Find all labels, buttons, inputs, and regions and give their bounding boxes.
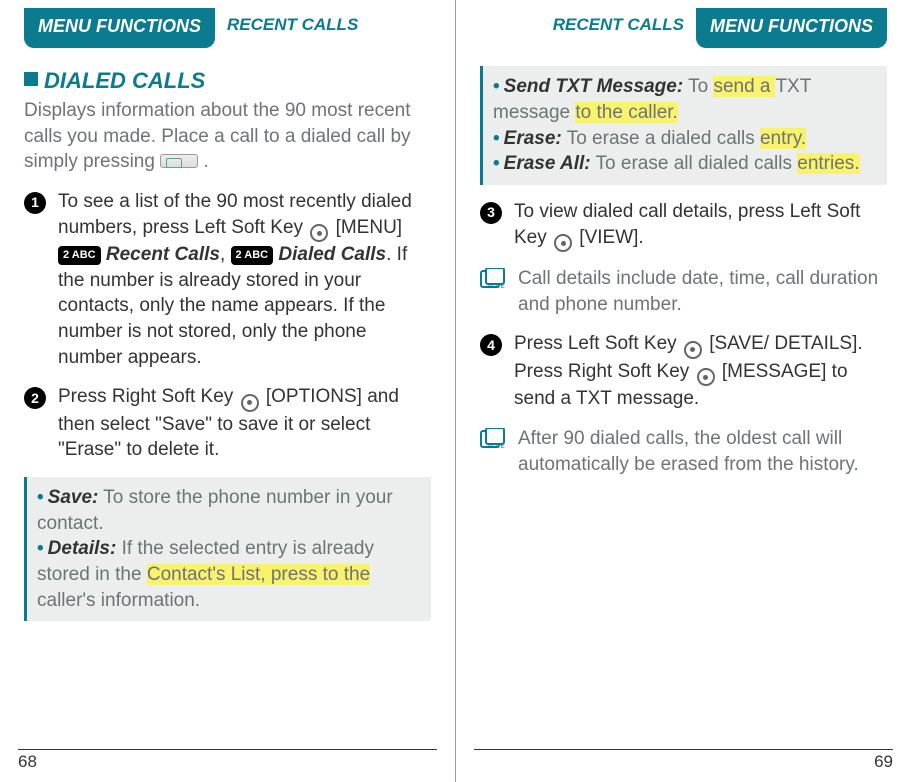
send-key-icon [160,154,198,168]
option-erase: •Erase: To erase a dialed calls entry. [493,126,877,152]
tab-menu-functions: MENU FUNCTIONS [696,8,887,48]
opt-erase-term: Erase: [504,128,562,149]
softkey-icon [554,234,572,252]
section-intro: Displays information about the 90 most r… [24,98,431,175]
step2-a: Press Right Soft Key [58,386,239,407]
page-spread: MENU FUNCTIONS RECENT CALLS DIALED CALLS… [0,0,911,782]
key-2abc-icon: 2 ABC [58,246,101,265]
opt-send-term: Send TXT Message: [504,76,684,97]
opt-eraseall-a: To erase all dialed calls [596,153,798,174]
svg-text:NOTE: NOTE [488,444,505,450]
step1-recent-calls: Recent Calls [106,244,220,265]
step-number-icon: 3 [480,202,502,224]
opt-send-a: To [688,76,713,97]
step-2: 2 Press Right Soft Key [OPTIONS] and the… [24,384,431,463]
note-icon: NOTE [480,268,508,317]
opt-save-term: Save: [48,487,99,508]
opt-eraseall-hl: entries. [797,153,859,174]
footer-rule [474,749,893,750]
note-icon: NOTE [480,428,508,477]
page-right: RECENT CALLS MENU FUNCTIONS •Send TXT Me… [456,0,911,782]
opt-send-hl1: send a [713,76,775,97]
option-details: •Details: If the selected entry is alrea… [37,536,421,613]
step-number-icon: 4 [480,334,502,356]
section-title-text: DIALED CALLS [44,68,205,93]
note-1: NOTE Call details include date, time, ca… [480,266,887,317]
opt-details-b: caller's information. [37,590,200,611]
opt-erase-hl: entry. [760,128,806,149]
header-right: RECENT CALLS MENU FUNCTIONS [480,8,887,48]
softkey-icon [310,224,328,242]
step4-a: Press Left Soft Key [514,333,682,354]
option-erase-all: •Erase All: To erase all dialed calls en… [493,151,877,177]
step3-b: [VIEW]. [574,227,644,248]
page-number-left: 68 [18,751,37,774]
option-send-txt: •Send TXT Message: To send a TXT message… [493,74,877,125]
opt-send-hl2: to the caller. [575,102,677,123]
option-save: •Save: To store the phone number in your… [37,485,421,536]
step1-dialed-calls: Dialed Calls [278,244,386,265]
intro-part-b: . [198,151,209,172]
key-2abc-icon: 2 ABC [231,246,274,265]
options-box-right: •Send TXT Message: To send a TXT message… [480,66,887,185]
opt-details-term: Details: [48,538,117,559]
square-bullet-icon [24,72,38,86]
step-2-body: Press Right Soft Key [OPTIONS] and then … [58,384,431,463]
step-4: 4 Press Left Soft Key [SAVE/ DETAILS]. P… [480,331,887,412]
softkey-icon [697,368,715,386]
page-left: MENU FUNCTIONS RECENT CALLS DIALED CALLS… [0,0,456,782]
section-heading-dialed-calls: DIALED CALLS [24,66,431,96]
opt-details-hl: Contact's List, press to the [147,564,370,585]
opt-eraseall-term: Erase All: [504,153,591,174]
note-2: NOTE After 90 dialed calls, the oldest c… [480,426,887,477]
svg-text:NOTE: NOTE [488,284,505,290]
step-4-body: Press Left Soft Key [SAVE/ DETAILS]. Pre… [514,331,887,412]
intro-part-a: Displays information about the 90 most r… [24,100,411,172]
step-1-body: To see a list of the 90 most recently di… [58,189,431,370]
header-left: MENU FUNCTIONS RECENT CALLS [24,8,431,48]
opt-erase-a: To erase a dialed calls [567,128,760,149]
footer-rule [18,749,437,750]
page-number-right: 69 [874,751,893,774]
step1-d: , [220,244,231,265]
step-number-icon: 2 [24,387,46,409]
tab-menu-functions: MENU FUNCTIONS [24,8,215,48]
subtab-recent-calls: RECENT CALLS [227,8,358,37]
step-1: 1 To see a list of the 90 most recently … [24,189,431,370]
note-2-text: After 90 dialed calls, the oldest call w… [518,426,887,477]
step1-b: [MENU] [330,217,402,238]
options-box-left: •Save: To store the phone number in your… [24,477,431,621]
softkey-icon [684,341,702,359]
note-1-text: Call details include date, time, call du… [518,266,887,317]
step-3: 3 To view dialed call details, press Lef… [480,199,887,252]
softkey-icon [241,394,259,412]
subtab-recent-calls: RECENT CALLS [553,8,684,37]
step-3-body: To view dialed call details, press Left … [514,199,887,252]
step-number-icon: 1 [24,192,46,214]
